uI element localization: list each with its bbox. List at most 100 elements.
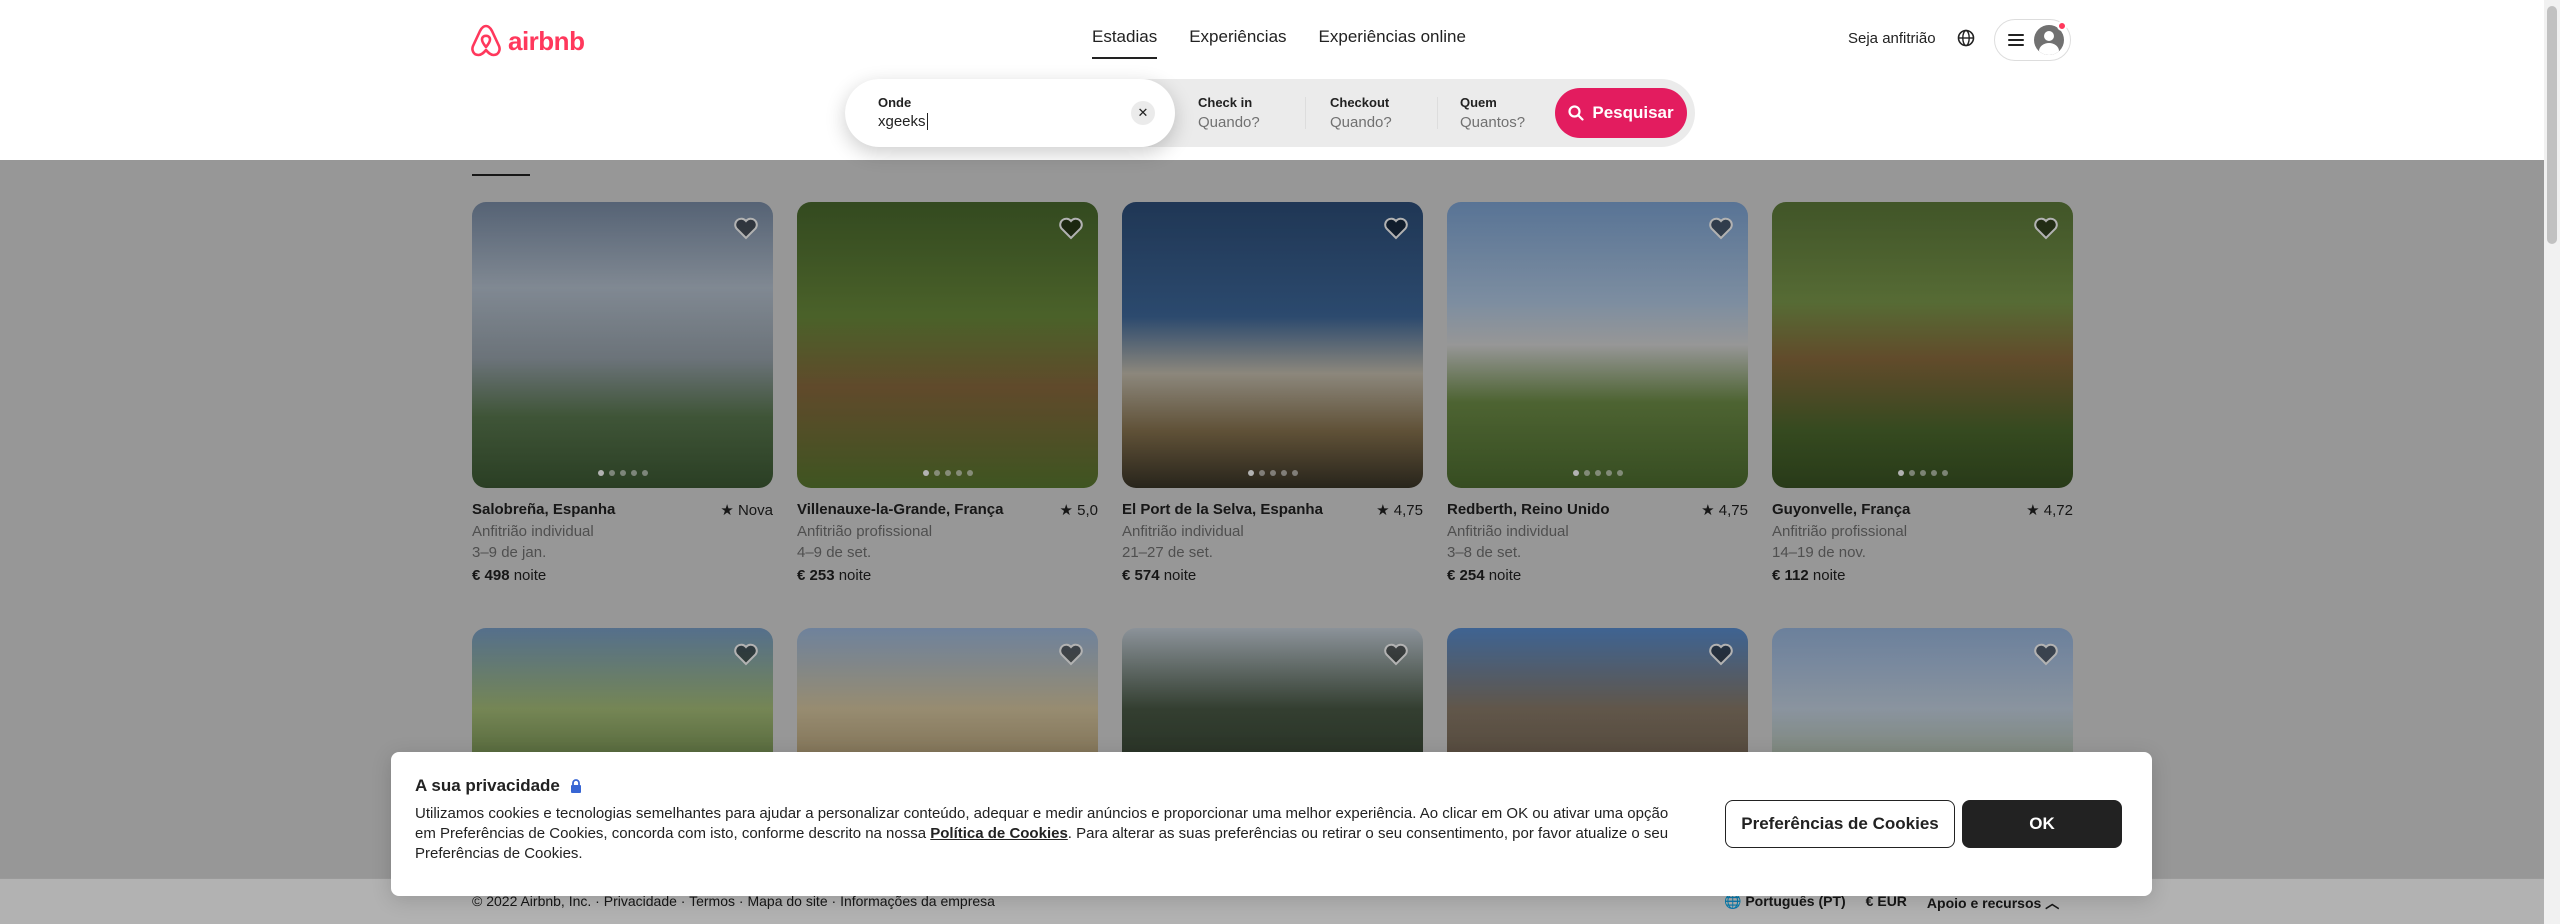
heart-icon[interactable] (1708, 642, 1734, 666)
guests-placeholder: Quantos? (1460, 114, 1526, 131)
listing-rating-value: 5,0 (1077, 502, 1098, 519)
support-label: Apoio e recursos (1926, 895, 2042, 911)
category-tab-indicator (472, 174, 530, 176)
checkin-field[interactable]: Check in Quando? (1198, 95, 1260, 131)
tab-experiencias-online[interactable]: Experiências online (1319, 27, 1466, 59)
listing-price-unit: noite (1808, 567, 1846, 584)
where-label: Onde (878, 95, 912, 110)
listing-dates: 3–9 de jan. (472, 544, 547, 561)
listing-title: Guyonvelle, França (1772, 501, 1911, 518)
listing-price-amount: € 254 (1447, 567, 1485, 584)
checkout-label: Checkout (1330, 95, 1390, 110)
listing-host-type: Anfitrião profissional (797, 523, 933, 540)
cookie-consent-banner: A sua privacidade Utilizamos cookies e t… (391, 752, 2152, 896)
listing-rating-value: 4,75 (1393, 502, 1423, 519)
listing-price: € 253 noite (797, 567, 1098, 584)
star-icon: ★ (1376, 502, 1390, 519)
star-icon: ★ (1059, 502, 1073, 519)
listing-dates: 4–9 de set. (797, 544, 872, 561)
heart-icon[interactable] (733, 642, 759, 666)
listing-price-amount: € 112 (1772, 567, 1809, 584)
listing-card[interactable]: El Port de la Selva, Espanha ★ 4,75 Anfi… (1122, 202, 1423, 628)
listing-dates: 21–27 de set. (1122, 544, 1213, 561)
listing-card[interactable]: Villenauxe-la-Grande, França ★ 5,0 Anfit… (797, 202, 1098, 628)
cookie-ok-button[interactable]: OK (1962, 800, 2122, 848)
guests-label: Quem (1460, 95, 1497, 110)
search-button[interactable]: Pesquisar (1555, 88, 1687, 138)
heart-icon[interactable] (1383, 642, 1409, 666)
listing-photo[interactable] (1122, 202, 1423, 488)
photo-pagination (1247, 470, 1298, 476)
search-divider (1437, 97, 1438, 129)
brand-name: airbnb (508, 25, 585, 56)
become-host-link[interactable]: Seja anfitrião (1848, 30, 1936, 47)
heart-icon[interactable] (1058, 216, 1084, 240)
airbnb-logo-icon (471, 24, 501, 57)
listing-card[interactable]: Guyonvelle, França ★ 4,72 Anfitrião prof… (1772, 202, 2073, 628)
clear-input-button[interactable]: ✕ (1131, 101, 1155, 125)
listing-host-type: Anfitrião profissional (1772, 523, 1908, 540)
heart-icon[interactable] (1058, 642, 1084, 666)
listing-rating-value: Nova (737, 502, 773, 519)
heart-icon[interactable] (1708, 216, 1734, 240)
listing-price: € 112 noite (1772, 567, 2073, 584)
currency-selector[interactable]: € EUR (1866, 893, 1907, 913)
listing-photo[interactable] (1772, 202, 2073, 488)
listing-photo[interactable] (1447, 202, 1748, 488)
cookie-description: Utilizamos cookies e tecnologias semelha… (415, 804, 1675, 864)
where-field[interactable]: Onde xgeeks ✕ (845, 79, 1175, 147)
airbnb-logo[interactable]: airbnb (470, 24, 585, 58)
scrollbar-thumb[interactable] (2547, 6, 2557, 244)
listing-rating-value: 4,75 (1718, 502, 1748, 519)
listing-price: € 574 noite (1122, 567, 1423, 584)
listing-host-type: Anfitrião individual (1122, 523, 1244, 540)
listing-rating-value: 4,72 (2043, 502, 2073, 519)
globe-icon[interactable] (1956, 28, 1976, 48)
listing-photo[interactable] (472, 202, 773, 488)
listing-title: El Port de la Selva, Espanha (1122, 501, 1323, 518)
listing-rating: ★ 5,0 (1060, 501, 1098, 519)
listing-price-amount: € 253 (797, 567, 835, 584)
listings-grid: Salobreña, Espanha ★ Nova Anfitrião indi… (472, 202, 2073, 628)
hamburger-icon (2008, 34, 2024, 46)
star-icon: ★ (1701, 502, 1715, 519)
heart-icon[interactable] (2033, 216, 2059, 240)
listing-title: Redberth, Reino Unido (1447, 501, 1610, 518)
main-nav: Estadias Experiências Experiências onlin… (1092, 27, 1466, 59)
cookie-preferences-button[interactable]: Preferências de Cookies (1725, 800, 1955, 848)
guests-field[interactable]: Quem Quantos? (1460, 95, 1525, 131)
checkin-label: Check in (1198, 95, 1253, 110)
listing-price-unit: noite (834, 567, 872, 584)
search-bar: Onde xgeeks ✕ Check in Quando? Checkout … (845, 79, 1695, 147)
tab-estadias[interactable]: Estadias (1092, 27, 1158, 59)
language-selector[interactable]: 🌐 Português (PT) (1724, 893, 1846, 913)
notification-dot (2057, 21, 2067, 31)
listing-rating: ★ Nova (720, 501, 773, 519)
photo-pagination (922, 470, 973, 476)
listing-card[interactable]: Salobreña, Espanha ★ Nova Anfitrião indi… (472, 202, 773, 628)
heart-icon[interactable] (2033, 642, 2059, 666)
page-scrollbar[interactable] (2544, 0, 2560, 924)
photo-pagination (1897, 470, 1948, 476)
listing-card[interactable]: Redberth, Reino Unido ★ 4,75 Anfitrião i… (1447, 202, 1748, 628)
cookie-policy-link[interactable]: Política de Cookies (930, 825, 1068, 842)
star-icon: ★ (2026, 502, 2040, 519)
checkout-placeholder: Quando? (1330, 114, 1392, 131)
tab-experiencias[interactable]: Experiências (1189, 27, 1286, 59)
search-icon (1568, 105, 1584, 121)
listing-dates: 3–8 de set. (1447, 544, 1522, 561)
lock-icon (570, 779, 581, 793)
listing-title: Villenauxe-la-Grande, França (797, 501, 1004, 518)
checkout-field[interactable]: Checkout Quando? (1330, 95, 1392, 131)
listing-rating: ★ 4,72 (2026, 501, 2073, 519)
search-button-label: Pesquisar (1592, 103, 1674, 122)
listing-host-type: Anfitrião individual (472, 523, 594, 540)
where-value: xgeeks (878, 113, 926, 130)
heart-icon[interactable] (1383, 216, 1409, 240)
listing-price-unit: noite (509, 567, 547, 584)
footer-settings: 🌐 Português (PT) € EUR Apoio e recursos … (1724, 893, 2059, 913)
support-resources-button[interactable]: Apoio e recursos ︿ (1927, 893, 2059, 913)
where-input[interactable]: xgeeks (878, 113, 928, 130)
heart-icon[interactable] (733, 216, 759, 240)
listing-photo[interactable] (797, 202, 1098, 488)
